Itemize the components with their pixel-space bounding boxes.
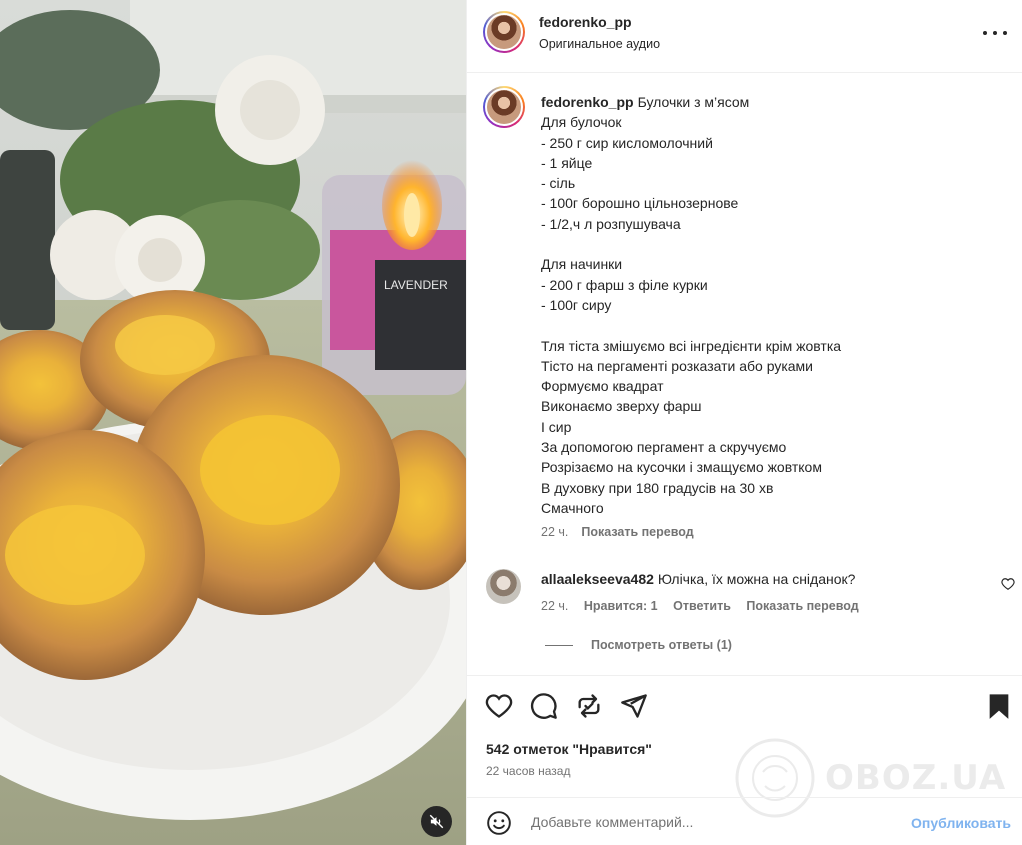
- view-replies-button[interactable]: Посмотреть ответы (1): [545, 638, 732, 652]
- caption-line: [541, 315, 1001, 335]
- post-time[interactable]: 22 часов назад: [486, 764, 570, 778]
- publish-button[interactable]: Опубликовать: [911, 815, 1011, 831]
- caption-first-line: fedorenko_pp Булочки з м’ясом: [541, 92, 1001, 112]
- caption-line: - 1/2,ч л розпушувача: [541, 215, 681, 232]
- caption-avatar[interactable]: [483, 86, 525, 128]
- caption-body: fedorenko_pp Булочки з м’ясом Для булочок…: [541, 92, 1001, 518]
- repost-icon[interactable]: [575, 692, 603, 720]
- caption-username[interactable]: fedorenko_pp: [541, 94, 634, 110]
- more-horizontal-icon: [983, 31, 987, 35]
- comment-meta: 22 ч. Нравится: 1 Ответить Показать пере…: [541, 599, 871, 613]
- emoji-smile-icon[interactable]: [486, 810, 512, 836]
- comment-bubble-icon[interactable]: [530, 692, 558, 720]
- commenter-avatar[interactable]: [486, 569, 521, 604]
- caption-line: Тісто на пергаменті розказати або руками: [541, 357, 813, 374]
- caption-line: Для булочок: [541, 114, 622, 131]
- comment-text: allaalekseeva482 Юлічка, їх можна на снід…: [541, 571, 855, 587]
- bookmark-icon[interactable]: [985, 692, 1013, 720]
- caption-time[interactable]: 22 ч.: [541, 525, 568, 539]
- comment-translate-link[interactable]: Показать перевод: [746, 599, 858, 613]
- comment-likes[interactable]: Нравится: 1: [584, 599, 658, 613]
- comment-like-heart-icon[interactable]: [1001, 577, 1015, 591]
- author-username[interactable]: fedorenko_pp: [539, 14, 632, 30]
- comment-reply-button[interactable]: Ответить: [673, 599, 731, 613]
- caption-line: [541, 234, 1001, 254]
- caption-line: - 100г сиру: [541, 296, 612, 313]
- caption-line: Смачного: [541, 499, 604, 516]
- post-media[interactable]: LAVENDER: [0, 0, 466, 845]
- audio-label[interactable]: Оригинальное аудио: [539, 37, 660, 51]
- caption-line: - 200 г фарш з філе курки: [541, 276, 708, 293]
- caption-meta: 22 ч. Показать перевод: [541, 525, 694, 539]
- caption-line: - сіль: [541, 175, 576, 192]
- caption-line: Для начинки: [541, 256, 623, 273]
- caption-line: - 250 г сир кисломолочний: [541, 134, 713, 151]
- caption-line: В духовку при 180 градусів на 30 хв: [541, 479, 774, 496]
- view-replies-label: Посмотреть ответы (1): [591, 638, 732, 652]
- caption-line: Тля тіста змішуємо всі інгредієнти крім …: [541, 337, 842, 354]
- comment-body: Юлічка, їх можна на сніданок?: [657, 571, 856, 587]
- caption-line: І сир: [541, 418, 572, 435]
- speaker-muted-icon: [429, 814, 444, 829]
- caption-line: Виконаємо зверху фарш: [541, 398, 702, 415]
- comment-time[interactable]: 22 ч.: [541, 599, 568, 613]
- caption-line: Розрізаємо на кусочки і змащуємо жовтком: [541, 459, 822, 476]
- caption-line: - 1 яйце: [541, 154, 593, 171]
- add-comment-bar: Опубликовать: [467, 797, 1022, 845]
- replies-divider: [545, 644, 573, 646]
- caption-line: За допомогою пергамент а скручуємо: [541, 439, 787, 456]
- caption-translate-link[interactable]: Показать перевод: [581, 525, 693, 539]
- caption-title: Булочки з м’ясом: [637, 94, 750, 110]
- more-options-button[interactable]: [983, 24, 1007, 42]
- caption-line: Формуємо квадрат: [541, 378, 664, 395]
- post-details-panel: fedorenko_pp Оригинальное аудио fedorenk…: [466, 0, 1022, 845]
- commenter-username[interactable]: allaalekseeva482: [541, 571, 654, 587]
- comment-input[interactable]: [531, 811, 891, 833]
- likes-count[interactable]: 542 отметок "Нравится": [486, 741, 652, 757]
- post-header: fedorenko_pp Оригинальное аудио: [467, 0, 1022, 73]
- caption-line: - 100г борошно цільнозернове: [541, 195, 739, 212]
- mute-button[interactable]: [421, 806, 452, 837]
- heart-icon[interactable]: [485, 692, 513, 720]
- food-photo: LAVENDER: [0, 0, 466, 845]
- author-avatar[interactable]: [483, 11, 525, 53]
- send-paper-plane-icon[interactable]: [620, 692, 648, 720]
- svg-text:LAVENDER: LAVENDER: [384, 278, 448, 292]
